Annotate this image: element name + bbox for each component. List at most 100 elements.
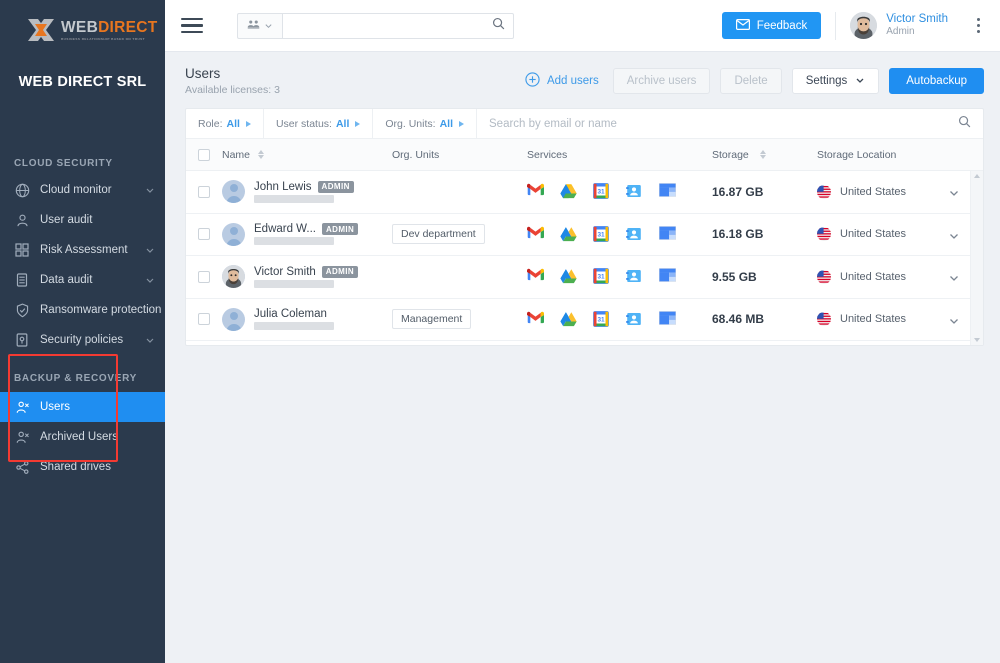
row-expand-cell[interactable]: [936, 229, 970, 240]
table-row[interactable]: John Lewis ADMIN 31 16.87 GB United Stat…: [186, 171, 970, 214]
chevron-down-icon: [855, 75, 865, 88]
sidebar-item-risk-assessment[interactable]: Risk Assessment: [0, 235, 165, 265]
filter-org-units-label: Org. Units:: [385, 117, 436, 130]
sidebar-item-cloud-monitor[interactable]: Cloud monitor: [0, 175, 165, 205]
gmail-icon[interactable]: [527, 183, 544, 200]
table-search[interactable]: [477, 109, 983, 138]
google-sites-icon[interactable]: [659, 268, 676, 285]
table-row[interactable]: Victor Smith ADMIN 31 9.55 GB United Sta…: [186, 256, 970, 299]
row-checkbox[interactable]: [198, 270, 210, 283]
google-drive-icon[interactable]: [560, 268, 577, 285]
brand-logo[interactable]: WEBDIRECT BUSINESS RELATIONSHIP BASED ON…: [0, 0, 165, 62]
filter-role-value: All: [226, 117, 240, 130]
google-contacts-icon[interactable]: [626, 268, 643, 285]
avatar: [222, 222, 245, 246]
logo-mark-icon: [26, 16, 56, 44]
page-actions: Add users Archive users Delete Settings …: [525, 68, 984, 94]
account-info[interactable]: Victor Smith Admin: [886, 12, 948, 39]
sort-icon[interactable]: [759, 149, 766, 160]
gmail-icon[interactable]: [527, 268, 544, 285]
filter-user-status-label: User status:: [275, 117, 332, 130]
sidebar-item-security-policies[interactable]: Security policies: [0, 325, 165, 355]
sidebar-item-data-audit[interactable]: Data audit: [0, 265, 165, 295]
google-sites-icon[interactable]: [659, 183, 676, 200]
search-input[interactable]: [293, 19, 492, 32]
person-icon: [14, 212, 30, 228]
sidebar-item-label: Shared drives: [40, 461, 111, 473]
chevron-down-icon[interactable]: [948, 271, 959, 282]
gmail-icon[interactable]: [527, 311, 544, 328]
table-row[interactable]: Edward W... ADMIN Dev department 31 16.1…: [186, 214, 970, 256]
google-drive-icon[interactable]: [560, 311, 577, 328]
user-name: Julia Coleman: [254, 308, 327, 321]
google-sites-icon[interactable]: [659, 225, 676, 243]
row-storage-cell: 9.55 GB: [712, 268, 817, 286]
column-header-org-units[interactable]: Org. Units: [392, 149, 527, 161]
google-drive-icon[interactable]: [560, 183, 577, 200]
google-sites-icon[interactable]: [659, 310, 676, 328]
us-flag-icon: [817, 184, 831, 199]
sidebar-item-user-audit[interactable]: User audit: [0, 205, 165, 235]
global-search-field[interactable]: [282, 12, 514, 39]
table-scrollbar[interactable]: [970, 171, 983, 345]
google-calendar-icon[interactable]: 31: [593, 310, 610, 328]
chevron-down-icon[interactable]: [948, 229, 959, 240]
row-checkbox[interactable]: [198, 185, 210, 198]
scroll-down-arrow-icon[interactable]: [974, 338, 980, 342]
column-header-name[interactable]: Name: [222, 149, 392, 161]
table-row[interactable]: Julia Coleman Management 31 68.46 MB Uni…: [186, 299, 970, 341]
autobackup-button[interactable]: Autobackup: [889, 68, 984, 94]
google-calendar-icon[interactable]: 31: [593, 268, 610, 285]
row-services-cell: 31: [527, 268, 712, 285]
google-contacts-icon[interactable]: [626, 311, 643, 328]
search-icon[interactable]: [492, 17, 505, 35]
hamburger-icon[interactable]: [181, 17, 203, 34]
filter-org-units[interactable]: Org. Units: All: [373, 109, 477, 138]
settings-label: Settings: [805, 75, 848, 87]
row-checkbox[interactable]: [198, 228, 210, 241]
table-search-input[interactable]: [489, 117, 958, 130]
column-header-storage[interactable]: Storage: [712, 149, 817, 161]
chevron-down-icon[interactable]: [948, 314, 959, 325]
delete-button[interactable]: Delete: [720, 68, 782, 94]
column-label: Storage: [712, 148, 749, 161]
sidebar-item-archived-users[interactable]: Archived Users: [0, 422, 165, 452]
database-icon: [14, 272, 30, 288]
google-drive-icon[interactable]: [560, 226, 577, 243]
row-expand-cell[interactable]: [936, 271, 970, 282]
google-calendar-icon[interactable]: 31: [593, 225, 610, 243]
google-calendar-icon[interactable]: 31: [593, 183, 610, 200]
feedback-button[interactable]: Feedback: [721, 12, 822, 39]
search-scope-select[interactable]: [237, 12, 282, 39]
row-expand-cell[interactable]: [936, 186, 970, 197]
chevron-down-icon[interactable]: [948, 186, 959, 197]
sidebar-item-shared-drives[interactable]: Shared drives: [0, 452, 165, 482]
google-contacts-icon[interactable]: [626, 183, 643, 200]
row-name-cell: John Lewis ADMIN: [222, 180, 392, 204]
scroll-up-arrow-icon[interactable]: [974, 174, 980, 178]
triangle-right-icon: [459, 120, 464, 127]
filter-user-status[interactable]: User status: All: [264, 109, 374, 138]
archive-users-button[interactable]: Archive users: [612, 68, 711, 94]
add-users-button[interactable]: Add users: [525, 72, 599, 90]
row-expand-cell[interactable]: [936, 314, 970, 325]
column-header-storage-location[interactable]: Storage Location: [817, 149, 936, 161]
sidebar-item-users[interactable]: Users: [0, 392, 165, 422]
avatar[interactable]: [850, 12, 878, 39]
sidebar-item-ransomware-protection[interactable]: Ransomware protection: [0, 295, 165, 325]
user-name: John Lewis: [254, 180, 312, 193]
column-header-services[interactable]: Services: [527, 149, 712, 161]
row-storage-cell: 16.18 GB: [712, 225, 817, 243]
kebab-menu-icon[interactable]: [970, 18, 986, 33]
filter-role[interactable]: Role: All: [186, 109, 264, 138]
envelope-icon: [735, 18, 750, 33]
row-checkbox[interactable]: [198, 313, 210, 326]
search-icon[interactable]: [958, 115, 971, 133]
select-all-checkbox[interactable]: [198, 148, 210, 161]
storage-location: United States: [840, 270, 907, 283]
settings-button[interactable]: Settings: [791, 68, 880, 94]
gmail-icon[interactable]: [527, 226, 544, 243]
sort-icon[interactable]: [258, 149, 265, 160]
page-header: Users Available licenses: 3 Add users Ar…: [165, 52, 1000, 108]
google-contacts-icon[interactable]: [626, 226, 643, 243]
